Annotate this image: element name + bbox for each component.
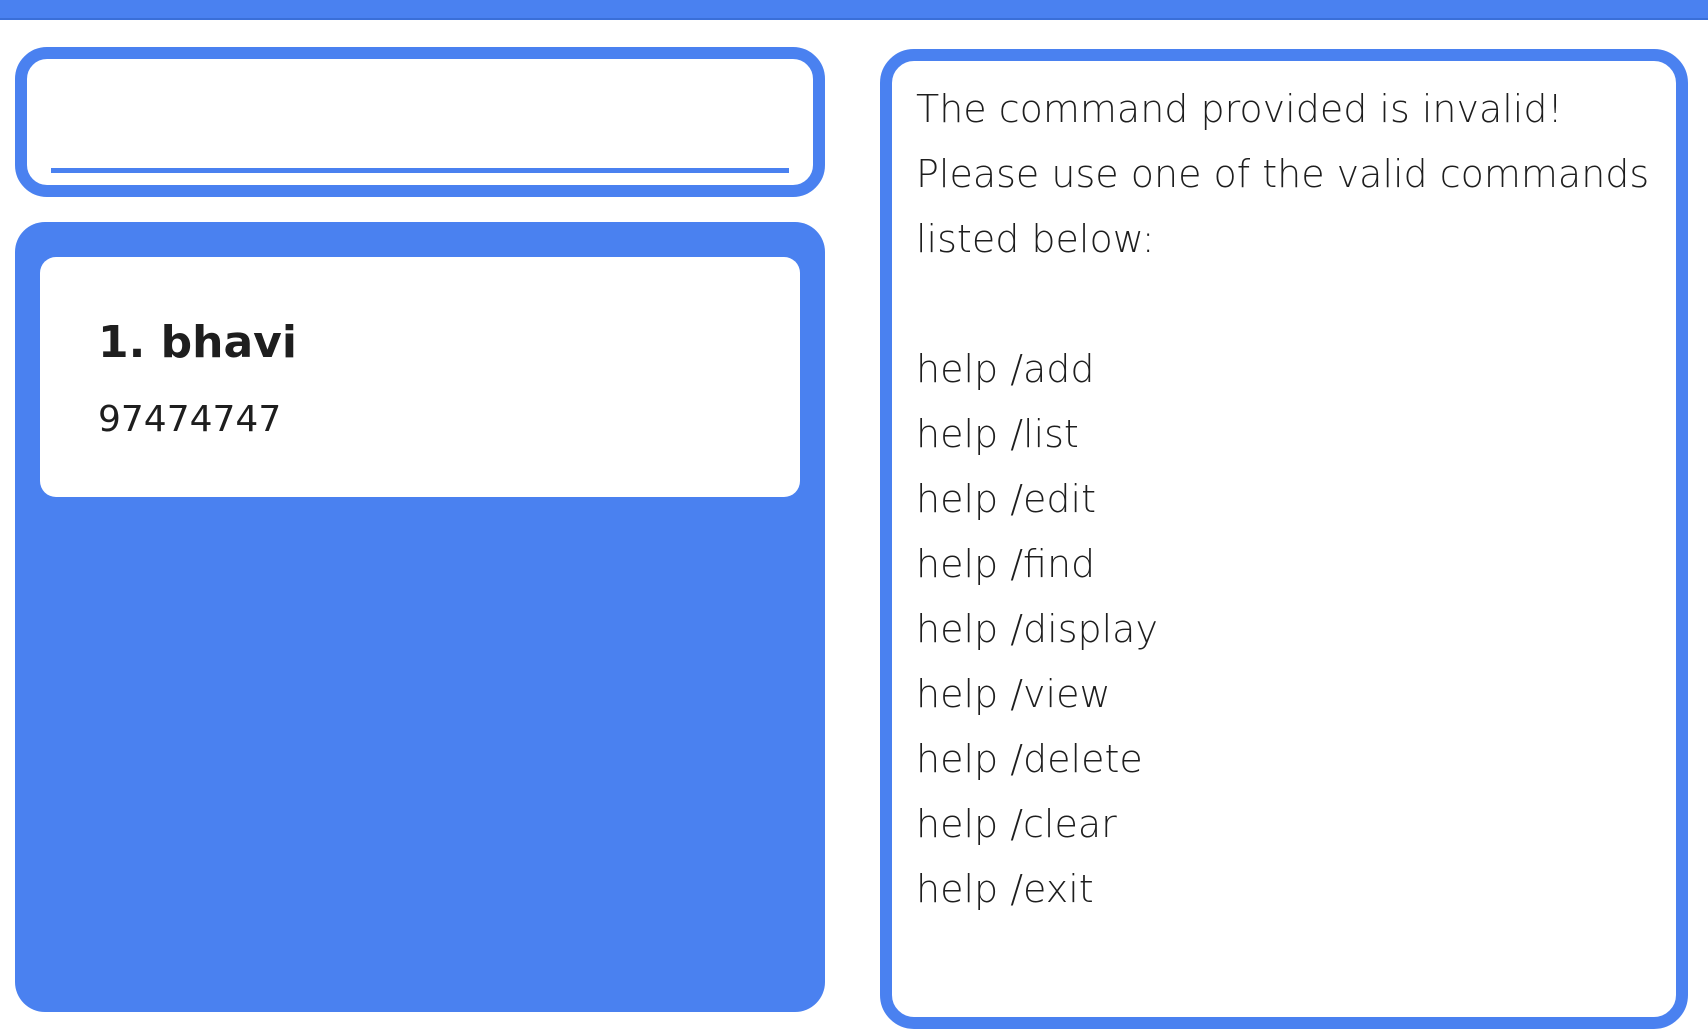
help-command-line: help /clear xyxy=(916,802,1117,846)
help-command-line: help /delete xyxy=(916,737,1143,781)
help-command-line: help /find xyxy=(916,542,1096,586)
contact-list-panel[interactable]: 1. bhavi 97474747 xyxy=(15,222,825,1012)
help-command-line: help /add xyxy=(916,347,1095,391)
command-input[interactable] xyxy=(51,73,789,173)
result-display: The command provided is invalid! Please … xyxy=(880,49,1688,1029)
result-message-line: listed below: xyxy=(916,217,1155,261)
contact-card[interactable]: 1. bhavi 97474747 xyxy=(40,257,800,497)
command-box xyxy=(15,47,825,197)
help-command-line: help /display xyxy=(916,607,1158,651)
contact-phone: 97474747 xyxy=(98,399,282,440)
top-bar xyxy=(0,0,1708,20)
help-command-line: help /edit xyxy=(916,477,1096,521)
result-message-line: The command provided is invalid! xyxy=(916,87,1563,131)
help-command-line: help /view xyxy=(916,672,1111,716)
result-message-line: Please use one of the valid commands xyxy=(916,152,1650,196)
contact-name: 1. bhavi xyxy=(98,317,297,368)
help-command-line: help /list xyxy=(916,412,1079,456)
help-command-line: help /exit xyxy=(916,867,1094,911)
